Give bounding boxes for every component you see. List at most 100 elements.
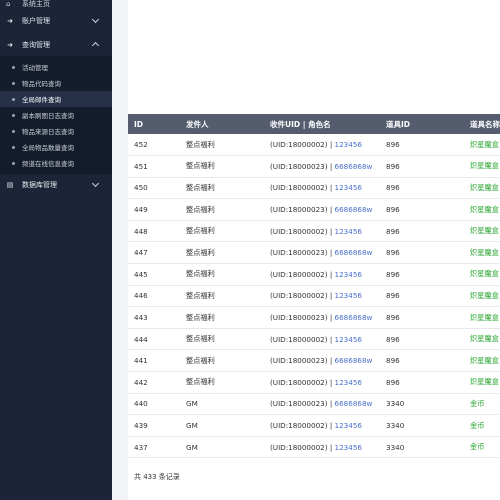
cell-item-id: 896 bbox=[380, 306, 464, 329]
cell-uid-role: (UID:18000023) | 6686868w bbox=[264, 198, 380, 221]
role-name-link[interactable]: 123456 bbox=[335, 227, 362, 236]
column-header-id: ID bbox=[128, 114, 180, 134]
uid-text: (UID:18000023) | bbox=[270, 248, 335, 258]
sidebar-item-item-count[interactable]: 全局物品数量查询 bbox=[0, 139, 112, 155]
sign-in-icon: ➜ bbox=[7, 17, 13, 25]
role-name-link[interactable]: 123456 bbox=[335, 378, 362, 387]
table-row: 446 整点福利 (UID:18000002) | 123456 896 炽星魔盒 bbox=[128, 285, 500, 308]
sign-in-icon: ➜ bbox=[7, 41, 13, 49]
cell-item-name: 炽星魔盒 bbox=[464, 371, 500, 394]
uid-text: (UID:18000002) | bbox=[270, 269, 335, 279]
nav-home-label: 系统主页 bbox=[22, 0, 50, 8]
role-name-link[interactable]: 6686868w bbox=[335, 248, 373, 257]
cell-uid-role: (UID:18000023) | 6686868w bbox=[264, 155, 380, 178]
cell-sender: 整点福利 bbox=[180, 241, 264, 265]
role-name-link[interactable]: 123456 bbox=[335, 291, 362, 300]
cell-item-id: 896 bbox=[380, 155, 464, 178]
bullet-icon bbox=[12, 113, 15, 117]
cell-id: 447 bbox=[128, 241, 180, 265]
role-name-link[interactable]: 123456 bbox=[335, 270, 362, 279]
cell-item-name: 金币 bbox=[464, 414, 500, 437]
uid-text: (UID:18000002) | bbox=[270, 226, 335, 236]
sidebar-item-channel-online[interactable]: 频道在线信息查询 bbox=[0, 155, 112, 171]
uid-text: (UID:18000002) | bbox=[270, 442, 335, 452]
table-row: 444 整点福利 (UID:18000002) | 123456 896 炽星魔盒 bbox=[128, 328, 500, 351]
cell-id: 439 bbox=[128, 414, 180, 437]
role-name-link[interactable]: 6686868w bbox=[335, 399, 373, 408]
cell-uid-role: (UID:18000002) | 123456 bbox=[264, 220, 380, 243]
table-row: 439 GM (UID:18000002) | 123456 3340 金币 bbox=[128, 414, 500, 437]
table-row: 443 整点福利 (UID:18000023) | 6686868w 896 炽星魔盒 bbox=[128, 306, 500, 329]
nav-group-database[interactable]: ▤ 数据库管理 bbox=[0, 174, 112, 196]
table-row: 452 整点福利 (UID:18000002) | 123456 896 炽星魔盒 bbox=[128, 134, 500, 157]
cell-uid-role: (UID:18000002) | 123456 bbox=[264, 436, 380, 459]
cell-id: 444 bbox=[128, 328, 180, 351]
cell-uid-role: (UID:18000002) | 123456 bbox=[264, 285, 380, 308]
home-icon: ⌂ bbox=[6, 0, 11, 8]
cell-item-name: 炽星魔盒 bbox=[464, 198, 500, 221]
role-name-link[interactable]: 6686868w bbox=[335, 356, 373, 365]
uid-text: (UID:18000002) | bbox=[270, 377, 335, 387]
mail-list-panel: ID 发件人 收件UID | 角色名 道具ID 道具名称 452 整点福利 (UID… bbox=[128, 0, 500, 500]
cell-item-id: 896 bbox=[380, 371, 464, 394]
cell-uid-role: (UID:18000023) | 6686868w bbox=[264, 393, 380, 416]
cell-item-id: 896 bbox=[380, 263, 464, 286]
role-name-link[interactable]: 123456 bbox=[335, 443, 362, 452]
cell-id: 448 bbox=[128, 220, 180, 243]
cell-id: 450 bbox=[128, 177, 180, 200]
role-name-link[interactable]: 6686868w bbox=[335, 205, 373, 214]
sidebar-item-item-code[interactable]: 物品代码查询 bbox=[0, 75, 112, 91]
column-header-uid-role: 收件UID | 角色名 bbox=[264, 114, 380, 134]
sidebar-item-global-mail[interactable]: 全局邮件查询 bbox=[0, 91, 112, 107]
cell-id: 443 bbox=[128, 306, 180, 329]
cell-item-name: 炽星魔盒 bbox=[464, 263, 500, 286]
nav-home[interactable]: ⌂ 系统主页 bbox=[0, 0, 112, 10]
uid-text: (UID:18000002) | bbox=[270, 421, 335, 431]
sidebar-item-dungeon-log[interactable]: 副本刷图日志查询 bbox=[0, 107, 112, 123]
cell-sender: 整点福利 bbox=[180, 306, 264, 329]
sidebar-item-item-source-log[interactable]: 物品来源日志查询 bbox=[0, 123, 112, 139]
role-name-link[interactable]: 123456 bbox=[335, 421, 362, 430]
role-name-link[interactable]: 6686868w bbox=[335, 313, 373, 322]
uid-text: (UID:18000002) | bbox=[270, 183, 335, 193]
bullet-icon bbox=[12, 161, 15, 165]
column-header-sender: 发件人 bbox=[180, 114, 264, 134]
role-name-link[interactable]: 123456 bbox=[335, 335, 362, 344]
sidebar-item-label: 活动管理 bbox=[22, 64, 48, 72]
sidebar-item-activity[interactable]: 活动管理 bbox=[0, 59, 112, 75]
cell-uid-role: (UID:18000023) | 6686868w bbox=[264, 241, 380, 265]
table-row: 441 整点福利 (UID:18000023) | 6686868w 896 炽星魔盒 bbox=[128, 349, 500, 373]
role-name-link[interactable]: 123456 bbox=[335, 140, 362, 149]
bullet-icon bbox=[12, 129, 15, 133]
chevron-down-icon bbox=[91, 179, 100, 188]
bullet-icon bbox=[12, 81, 15, 85]
bullet-icon bbox=[12, 97, 15, 101]
cell-uid-role: (UID:18000023) | 6686868w bbox=[264, 349, 380, 373]
role-name-link[interactable]: 123456 bbox=[335, 183, 362, 192]
table-row: 450 整点福利 (UID:18000002) | 123456 896 炽星魔盒 bbox=[128, 177, 500, 200]
query-submenu: 活动管理 物品代码查询 全局邮件查询 副本刷图日志查询 物品来源日志查询 全局物… bbox=[0, 56, 112, 174]
cell-id: 440 bbox=[128, 393, 180, 416]
cell-item-name: 炽星魔盒 bbox=[464, 328, 500, 351]
nav-group-label: 数据库管理 bbox=[22, 181, 57, 189]
cell-item-name: 炽星魔盒 bbox=[464, 306, 500, 329]
cell-item-id: 3340 bbox=[380, 436, 464, 459]
cell-item-name: 炽星魔盒 bbox=[464, 220, 500, 243]
cell-uid-role: (UID:18000002) | 123456 bbox=[264, 177, 380, 200]
table-row: 447 整点福利 (UID:18000023) | 6686868w 896 炽星魔盒 bbox=[128, 241, 500, 265]
cell-item-name: 炽星魔盒 bbox=[464, 285, 500, 308]
uid-text: (UID:18000002) | bbox=[270, 291, 335, 301]
uid-text: (UID:18000002) | bbox=[270, 334, 335, 344]
sidebar-item-label: 物品代码查询 bbox=[22, 80, 61, 88]
cell-sender: GM bbox=[180, 393, 264, 416]
cell-sender: 整点福利 bbox=[180, 134, 264, 157]
nav-group-accounts[interactable]: ➜ 账户管理 bbox=[0, 10, 112, 32]
table-row: 442 整点福利 (UID:18000002) | 123456 896 炽星魔盒 bbox=[128, 371, 500, 394]
cell-uid-role: (UID:18000002) | 123456 bbox=[264, 263, 380, 286]
nav-group-query[interactable]: ➜ 查询管理 bbox=[0, 34, 112, 56]
cell-id: 449 bbox=[128, 198, 180, 221]
role-name-link[interactable]: 6686868w bbox=[335, 162, 373, 171]
cell-id: 441 bbox=[128, 349, 180, 373]
table-row: 449 整点福利 (UID:18000023) | 6686868w 896 炽星魔盒 bbox=[128, 198, 500, 221]
sidebar-item-label: 副本刷图日志查询 bbox=[22, 112, 74, 120]
